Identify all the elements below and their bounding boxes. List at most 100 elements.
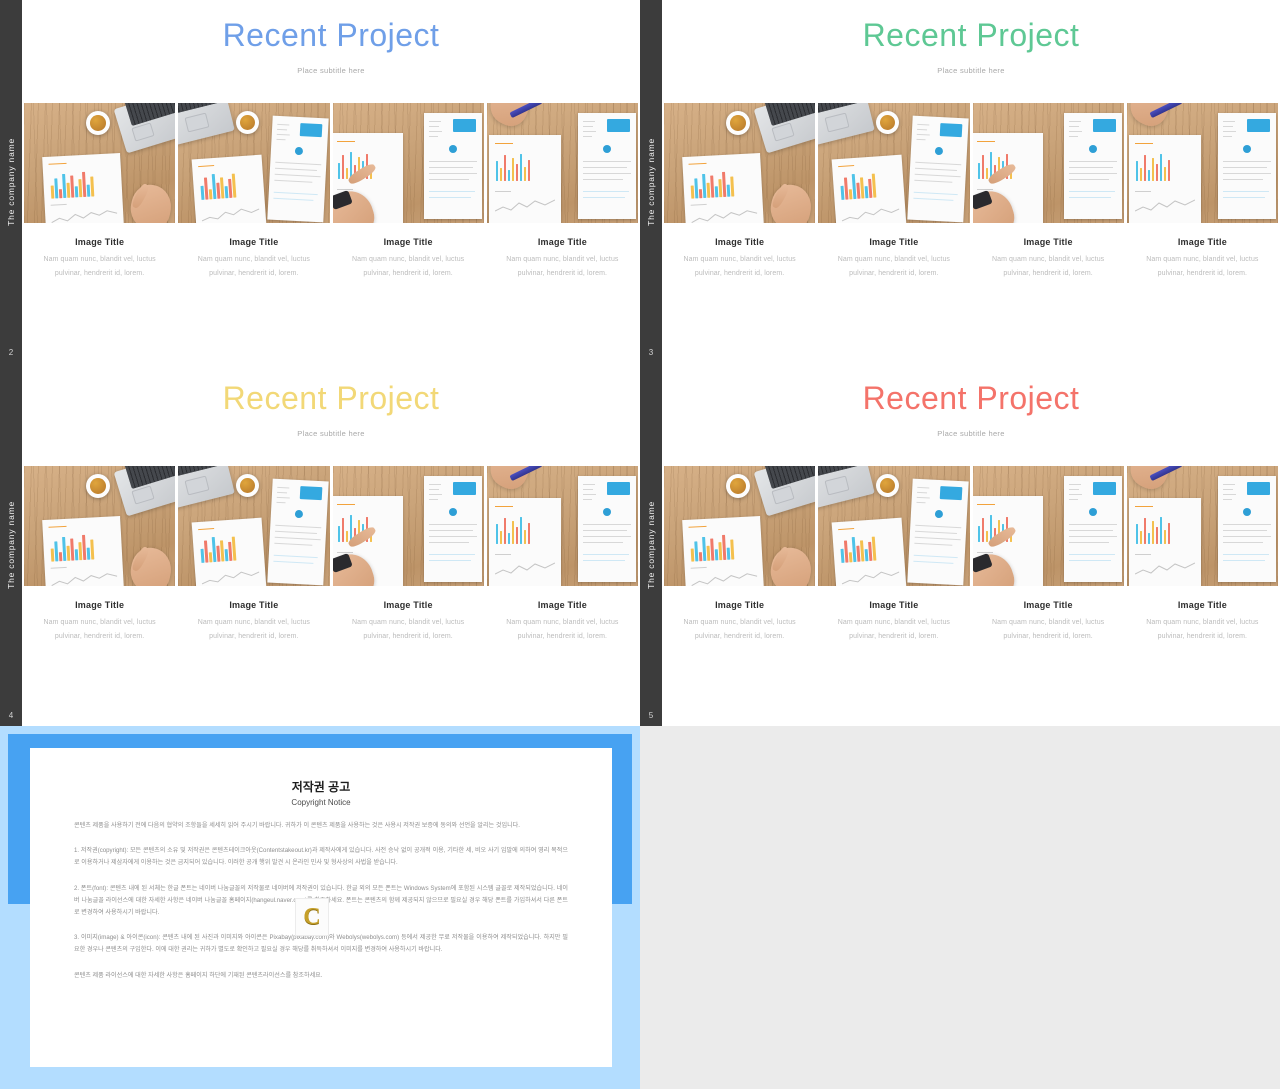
image-cell-1[interactable] [664, 466, 816, 586]
slide-number: 4 [8, 711, 14, 720]
copyright-subtitle: Copyright Notice [291, 798, 351, 807]
caption-title: Image Title [1023, 237, 1073, 247]
caption-4: Image Title Nam quam nunc, blandit vel, … [1127, 600, 1278, 643]
slide-2[interactable]: The company name 2 Recent Project Place … [0, 0, 640, 363]
image-cell-2[interactable]: C [178, 103, 330, 223]
caption-title: Image Title [537, 600, 587, 610]
slide-number: 2 [8, 348, 14, 357]
page-subtitle: Place subtitle here [297, 66, 365, 75]
image-cell-1[interactable] [664, 103, 816, 223]
caption-4: Image Title Nam quam nunc, blandit vel, … [487, 600, 638, 643]
caption-1: Image Title Nam quam nunc, blandit vel, … [664, 237, 815, 280]
caption-4: Image Title Nam quam nunc, blandit vel, … [1127, 237, 1278, 280]
slide-3[interactable]: The company name 3 Recent Project Place … [640, 0, 1280, 363]
company-name-label: The company name [646, 137, 656, 226]
slide-thumbnail-workspace: The company name 2 Recent Project Place … [0, 0, 1280, 1089]
photo-desk-laptop [24, 103, 176, 223]
company-name-label: The company name [6, 500, 16, 589]
company-name-label: The company name [646, 500, 656, 589]
image-cell-3[interactable] [332, 103, 484, 223]
page-subtitle: Place subtitle here [297, 429, 365, 438]
caption-title: Image Title [869, 237, 919, 247]
caption-text: Nam quam nunc, blandit vel, luctus pulvi… [197, 619, 311, 640]
photo-hand-pointing-chart [972, 103, 1124, 223]
copyright-item-1: 1. 저작권(copyright): 모든 콘텐츠의 소유 및 저작권은 콘텐츠… [74, 847, 568, 867]
photo-desk-laptop [664, 466, 816, 586]
image-cell-2[interactable]: C [178, 466, 330, 586]
caption-text: Nam quam nunc, blandit vel, luctus pulvi… [43, 619, 156, 640]
caption-2: Image Title Nam quam nunc, blandit vel, … [178, 600, 329, 643]
company-name-label: The company name [6, 137, 16, 226]
caption-text: Nam quam nunc, blandit vel, luctus pulvi… [1146, 256, 1259, 277]
caption-text: Nam quam nunc, blandit vel, luctus pulvi… [197, 256, 311, 277]
image-cell-1[interactable] [24, 103, 176, 223]
slide-number: 3 [648, 348, 654, 357]
image-cell-3[interactable] [332, 466, 484, 586]
photo-desk-laptop [664, 103, 816, 223]
trend-line-icon [51, 210, 118, 223]
caption-1: Image Title Nam quam nunc, blandit vel, … [24, 600, 175, 643]
copyright-title: 저작권 공고 [291, 780, 351, 794]
photo-desk-documents: C [818, 466, 970, 586]
slide-4-body: Recent Project Place subtitle here Image… [22, 363, 640, 726]
copyright-intro-paragraph: 콘텐츠 제품을 사용하기 전에 다음의 협약의 조항들을 세세히 읽어 주시기 … [74, 822, 520, 829]
copyright-card: 저작권 공고 Copyright Notice 콘텐츠 제품을 사용하기 전에 … [30, 748, 612, 1067]
image-cell-3[interactable] [972, 466, 1124, 586]
caption-4: Image Title Nam quam nunc, blandit vel, … [487, 237, 638, 280]
image-cell-2[interactable]: C [818, 466, 970, 586]
caption-title: Image Title [75, 237, 125, 247]
caption-text: Nam quam nunc, blandit vel, luctus pulvi… [351, 619, 465, 640]
page-subtitle: Place subtitle here [937, 66, 1005, 75]
image-grid: C [22, 103, 640, 223]
image-grid: C [662, 466, 1280, 586]
caption-text: Nam quam nunc, blandit vel, luctus pulvi… [506, 256, 619, 277]
caption-text: Nam quam nunc, blandit vel, luctus pulvi… [683, 256, 796, 277]
caption-title: Image Title [715, 600, 765, 610]
caption-3: Image Title Nam quam nunc, blandit vel, … [973, 600, 1124, 643]
caption-3: Image Title Nam quam nunc, blandit vel, … [333, 237, 484, 280]
image-cell-4[interactable] [1126, 103, 1278, 223]
caption-row: Image Title Nam quam nunc, blandit vel, … [662, 600, 1280, 643]
caption-text: Nam quam nunc, blandit vel, luctus pulvi… [683, 619, 796, 640]
slide-3-sidebar: The company name 3 [640, 0, 662, 363]
caption-text: Nam quam nunc, blandit vel, luctus pulvi… [991, 256, 1105, 277]
company-logo-icon: C [295, 898, 329, 936]
caption-1: Image Title Nam quam nunc, blandit vel, … [24, 237, 175, 280]
photo-hand-pointing-chart [332, 103, 484, 223]
image-cell-1[interactable] [24, 466, 176, 586]
slide-4-sidebar: The company name 4 [0, 363, 22, 726]
caption-text: Nam quam nunc, blandit vel, luctus pulvi… [991, 619, 1105, 640]
caption-title: Image Title [1177, 237, 1227, 247]
slide-number: 5 [648, 711, 654, 720]
caption-row: Image Title Nam quam nunc, blandit vel, … [22, 237, 640, 280]
caption-title: Image Title [1177, 600, 1227, 610]
image-cell-4[interactable] [486, 466, 638, 586]
caption-text: Nam quam nunc, blandit vel, luctus pulvi… [351, 256, 465, 277]
photo-hand-pen-documents [486, 466, 638, 586]
caption-2: Image Title Nam quam nunc, blandit vel, … [818, 237, 969, 280]
caption-text: Nam quam nunc, blandit vel, luctus pulvi… [43, 256, 156, 277]
caption-row: Image Title Nam quam nunc, blandit vel, … [22, 600, 640, 643]
caption-2: Image Title Nam quam nunc, blandit vel, … [178, 237, 329, 280]
image-grid: C [662, 103, 1280, 223]
photo-hand-pointing-chart [972, 466, 1124, 586]
photo-hand-pen-documents [1126, 466, 1278, 586]
caption-title: Image Title [869, 600, 919, 610]
image-cell-4[interactable] [486, 103, 638, 223]
page-title: Recent Project [222, 380, 440, 416]
caption-text: Nam quam nunc, blandit vel, luctus pulvi… [506, 619, 619, 640]
caption-text: Nam quam nunc, blandit vel, luctus pulvi… [1146, 619, 1259, 640]
caption-text: Nam quam nunc, blandit vel, luctus pulvi… [837, 256, 951, 277]
image-cell-4[interactable] [1126, 466, 1278, 586]
image-cell-2[interactable]: C [818, 103, 970, 223]
page-title: Recent Project [862, 380, 1080, 416]
copyright-notice-slide[interactable]: 저작권 공고 Copyright Notice 콘텐츠 제품을 사용하기 전에 … [0, 726, 640, 1089]
caption-title: Image Title [229, 600, 279, 610]
caption-title: Image Title [537, 237, 587, 247]
image-cell-3[interactable] [972, 103, 1124, 223]
slide-4[interactable]: The company name 4 Recent Project Place … [0, 363, 640, 726]
slide-2-body: Recent Project Place subtitle here Image… [22, 0, 640, 363]
caption-1: Image Title Nam quam nunc, blandit vel, … [664, 600, 815, 643]
slide-5[interactable]: The company name 5 Recent Project Place … [640, 363, 1280, 726]
slide-5-sidebar: The company name 5 [640, 363, 662, 726]
